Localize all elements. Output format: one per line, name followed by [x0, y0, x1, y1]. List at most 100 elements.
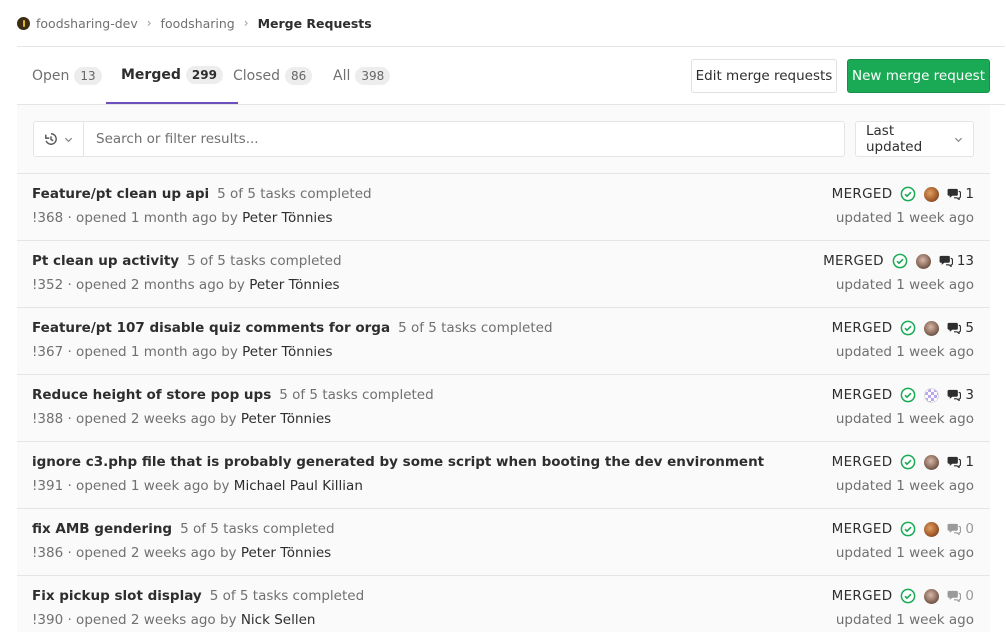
- edit-merge-requests-button[interactable]: Edit merge requests: [691, 59, 837, 93]
- merge-request-meta: !367 · opened 1 month ago by Peter Tönni…: [32, 344, 333, 360]
- merge-request-title-link[interactable]: Fix pickup slot display: [32, 588, 202, 604]
- assignee-avatar[interactable]: [924, 387, 940, 403]
- tab-all[interactable]: All 398: [318, 47, 405, 104]
- new-merge-request-button[interactable]: New merge request: [847, 59, 990, 93]
- tab-count-badge: 86: [285, 66, 313, 85]
- tab-closed[interactable]: Closed 86: [218, 47, 327, 104]
- status-label: MERGED: [831, 387, 893, 403]
- updated-at: updated 1 week ago: [835, 478, 974, 494]
- merge-request-title-link[interactable]: Feature/pt clean up api: [32, 186, 209, 202]
- merge-request-row: ignore c3.php file that is probably gene…: [17, 442, 990, 509]
- assignee-avatar[interactable]: [924, 320, 940, 336]
- merge-request-list: Feature/pt clean up api 5 of 5 tasks comp…: [17, 174, 990, 632]
- pipeline-passed-icon[interactable]: [892, 253, 908, 269]
- merge-request-meta: !388 · opened 2 weeks ago by Peter Tönni…: [32, 411, 331, 427]
- breadcrumb-current[interactable]: Merge Requests: [258, 16, 372, 31]
- merge-request-row: fix AMB gendering 5 of 5 tasks completed …: [17, 509, 990, 576]
- pipeline-passed-icon[interactable]: [900, 320, 916, 336]
- pipeline-passed-icon[interactable]: [900, 588, 916, 604]
- merge-request-meta: !386 · opened 2 weeks ago by Peter Tönni…: [32, 545, 331, 561]
- assignee-avatar[interactable]: [924, 454, 940, 470]
- task-status: 5 of 5 tasks completed: [209, 588, 365, 604]
- updated-at: updated 1 week ago: [835, 411, 974, 427]
- comments-count: 1: [965, 454, 974, 470]
- search-input[interactable]: [83, 121, 845, 157]
- comments-icon: [947, 590, 962, 602]
- assignee-avatar[interactable]: [915, 253, 931, 269]
- merge-request-status-group: MERGED 13: [823, 253, 974, 269]
- state-tabs-bar: Open 13 Merged 299 Closed 86 All 398 Edi…: [17, 47, 1005, 105]
- comments-link[interactable]: 13: [939, 253, 974, 269]
- author-link[interactable]: Michael Paul Killian: [234, 478, 363, 494]
- merge-request-title-link[interactable]: Pt clean up activity: [32, 253, 179, 269]
- pipeline-passed-icon[interactable]: [900, 521, 916, 537]
- merge-request-title-line: Feature/pt 107 disable quiz comments for…: [32, 320, 553, 336]
- merge-request-meta: !352 · opened 2 months ago by Peter Tönn…: [32, 277, 340, 293]
- merge-request-row: Pt clean up activity 5 of 5 tasks complet…: [17, 241, 990, 308]
- status-label: MERGED: [831, 588, 893, 604]
- merge-request-title-link[interactable]: Reduce height of store pop ups: [32, 387, 271, 403]
- author-link[interactable]: Peter Tönnies: [241, 545, 331, 561]
- merge-request-ref: !388 · opened 2 weeks ago by: [32, 411, 241, 427]
- author-link[interactable]: Peter Tönnies: [242, 344, 332, 360]
- merge-request-row: Reduce height of store pop ups 5 of 5 tas…: [17, 375, 990, 442]
- updated-at: updated 1 week ago: [835, 210, 974, 226]
- comments-count: 0: [965, 521, 974, 537]
- chevron-right-icon: ›: [146, 16, 152, 30]
- status-label: MERGED: [823, 253, 884, 269]
- assignee-avatar[interactable]: [924, 186, 940, 202]
- updated-at: updated 1 week ago: [835, 545, 974, 561]
- comments-link[interactable]: 1: [947, 186, 974, 202]
- pipeline-passed-icon[interactable]: [900, 454, 916, 470]
- assignee-avatar[interactable]: [924, 521, 940, 537]
- comments-icon: [947, 188, 962, 200]
- task-status: 5 of 5 tasks completed: [217, 186, 372, 202]
- comments-link[interactable]: 0: [947, 588, 974, 604]
- merge-request-status-group: MERGED 3: [832, 387, 974, 403]
- comments-link[interactable]: 0: [947, 521, 974, 537]
- merge-request-title-line: Fix pickup slot display 5 of 5 tasks comp…: [32, 588, 364, 604]
- tab-count-badge: 13: [74, 66, 102, 85]
- comments-link[interactable]: 3: [947, 387, 974, 403]
- breadcrumb-group-link[interactable]: foodsharing-dev: [36, 16, 138, 31]
- comments-icon: [939, 255, 953, 267]
- pipeline-passed-icon[interactable]: [900, 387, 916, 403]
- merge-request-status-group: MERGED 1: [832, 454, 974, 470]
- merge-request-title-link[interactable]: ignore c3.php file that is probably gene…: [32, 454, 764, 470]
- comments-count: 13: [956, 253, 974, 269]
- author-link[interactable]: Peter Tönnies: [249, 277, 339, 293]
- merge-request-title-line: Reduce height of store pop ups 5 of 5 tas…: [32, 387, 434, 403]
- merge-request-ref: !352 · opened 2 months ago by: [32, 277, 250, 293]
- merge-request-title-link[interactable]: Feature/pt 107 disable quiz comments for…: [32, 320, 390, 336]
- recent-searches-dropdown[interactable]: [33, 121, 84, 157]
- merge-request-ref: !368 · opened 1 month ago by: [32, 210, 243, 226]
- history-icon: [45, 133, 57, 145]
- author-link[interactable]: Peter Tönnies: [241, 411, 331, 427]
- merge-request-row: Feature/pt 107 disable quiz comments for…: [17, 308, 990, 375]
- comments-count: 5: [965, 320, 974, 336]
- author-link[interactable]: Nick Sellen: [241, 612, 316, 628]
- comments-link[interactable]: 1: [947, 454, 974, 470]
- assignee-avatar[interactable]: [924, 588, 940, 604]
- merge-request-status-group: MERGED 0: [832, 588, 974, 604]
- comments-link[interactable]: 5: [947, 320, 974, 336]
- task-status: 5 of 5 tasks completed: [279, 387, 434, 403]
- merge-request-title-link[interactable]: fix AMB gendering: [32, 521, 172, 537]
- task-status: 5 of 5 tasks completed: [398, 320, 553, 336]
- comments-icon: [947, 322, 962, 334]
- status-label: MERGED: [831, 186, 893, 202]
- tab-open[interactable]: Open 13: [17, 47, 117, 104]
- author-link[interactable]: Peter Tönnies: [242, 210, 332, 226]
- tab-label: Open: [32, 67, 70, 84]
- merge-request-meta: !390 · opened 2 weeks ago by Nick Sellen: [32, 612, 315, 628]
- merge-request-meta: !391 · opened 1 week ago by Michael Paul…: [32, 478, 363, 494]
- merge-request-status-group: MERGED 1: [832, 186, 974, 202]
- sort-dropdown[interactable]: Last updated: [855, 121, 974, 157]
- merge-request-ref: !386 · opened 2 weeks ago by: [32, 545, 241, 561]
- filter-bar: Last updated: [17, 105, 990, 174]
- status-label: MERGED: [831, 454, 893, 470]
- merge-request-status-group: MERGED 5: [832, 320, 974, 336]
- breadcrumb-project-link[interactable]: foodsharing: [161, 16, 235, 31]
- pipeline-passed-icon[interactable]: [900, 186, 916, 202]
- merge-request-meta: !368 · opened 1 month ago by Peter Tönni…: [32, 210, 333, 226]
